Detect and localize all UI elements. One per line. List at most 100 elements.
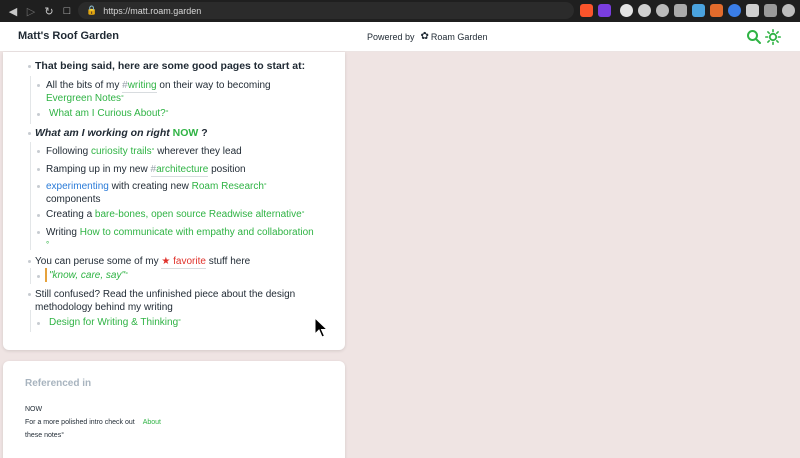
link-know-care-say[interactable]: "know, care, say"° bbox=[49, 269, 128, 282]
text: Creating a bbox=[46, 209, 93, 220]
tag-writing[interactable]: #writing bbox=[122, 80, 157, 93]
text: with creating new bbox=[111, 181, 189, 192]
link-label: Roam Research bbox=[191, 181, 264, 192]
block-creating: Creating a bare-bones, open source Readw… bbox=[46, 208, 305, 221]
link-now[interactable]: NOW bbox=[173, 127, 199, 139]
extension-2-icon[interactable] bbox=[638, 4, 651, 17]
block-bullet[interactable] bbox=[37, 275, 40, 278]
block-bullet[interactable] bbox=[28, 65, 31, 68]
forward-icon[interactable]: ▷ bbox=[22, 0, 40, 22]
text: stuff here bbox=[208, 256, 251, 267]
text: All the bits of my bbox=[46, 80, 120, 91]
mouse-cursor-icon bbox=[314, 317, 328, 338]
site-title[interactable]: Matt's Roof Garden bbox=[18, 30, 119, 42]
block-bullet[interactable] bbox=[37, 214, 40, 217]
leaf-icon: ✿ bbox=[420, 31, 429, 42]
degree-mark: ° bbox=[178, 319, 181, 326]
link-label: Design for Writing & Thinking bbox=[49, 317, 179, 328]
browser-toolbar: ◀ ▷ ↻ □ 🔒 https://matt.roam.garden bbox=[0, 0, 800, 22]
block-bullet[interactable] bbox=[37, 113, 40, 116]
bookmark-icon[interactable]: □ bbox=[58, 0, 76, 22]
brave-rewards-icon[interactable] bbox=[598, 4, 611, 17]
puzzle-icon[interactable] bbox=[746, 4, 759, 17]
block-confused-2: methodology behind my writing bbox=[35, 302, 173, 313]
back-icon[interactable]: ◀ bbox=[4, 0, 22, 22]
search-icon[interactable] bbox=[746, 29, 762, 45]
block-following: Following curiosity trails° wherever the… bbox=[46, 145, 242, 158]
indent-guide bbox=[30, 268, 31, 284]
degree-mark[interactable]: ° bbox=[46, 238, 49, 251]
extension-6-icon[interactable] bbox=[710, 4, 723, 17]
block-bullet[interactable] bbox=[28, 293, 31, 296]
degree-mark: ° bbox=[165, 110, 169, 117]
block-bullet[interactable] bbox=[37, 168, 40, 171]
degree-mark: ° bbox=[263, 183, 267, 190]
link-label: these notes bbox=[25, 432, 62, 439]
link-label: curiosity trails bbox=[91, 146, 152, 157]
block-bullet[interactable] bbox=[37, 231, 40, 234]
link-readwise-alternative[interactable]: bare-bones, open source Readwise alterna… bbox=[95, 209, 305, 220]
block-bullet[interactable] bbox=[28, 260, 31, 263]
block-bullet[interactable] bbox=[37, 150, 40, 153]
tag-favorite[interactable]: ★ favorite bbox=[161, 256, 206, 269]
link-communicate[interactable]: How to communicate with empathy and coll… bbox=[80, 227, 314, 238]
tag-architecture[interactable]: #architecture bbox=[150, 164, 209, 177]
text: ? bbox=[201, 127, 208, 139]
text: For a more polished intro check out bbox=[25, 419, 135, 426]
block-bullet[interactable] bbox=[37, 322, 40, 325]
menu-icon[interactable] bbox=[782, 4, 795, 17]
extension-7-icon[interactable] bbox=[728, 4, 741, 17]
text: Writing bbox=[46, 227, 77, 238]
degree-mark: ° bbox=[121, 95, 124, 102]
block-components: components bbox=[46, 194, 101, 205]
lock-icon: 🔒 bbox=[86, 5, 98, 15]
wallet-icon[interactable] bbox=[764, 4, 777, 17]
text: wherever they lead bbox=[157, 146, 242, 157]
degree-mark: ° bbox=[125, 272, 128, 279]
block-bullet[interactable] bbox=[28, 132, 31, 135]
link-evergreen-notes[interactable]: Evergreen Notes° bbox=[46, 92, 124, 105]
link-design-for-writing[interactable]: Design for Writing & Thinking° bbox=[49, 316, 181, 329]
text: What am I working on right bbox=[35, 127, 170, 139]
powered-by[interactable]: Powered by ✿ Roam Garden bbox=[367, 31, 487, 42]
sun-icon[interactable] bbox=[765, 29, 781, 45]
link-roam-research[interactable]: Roam Research° bbox=[192, 181, 267, 192]
block-bullet[interactable] bbox=[37, 185, 40, 188]
block-writing-communicate: Writing How to communicate with empathy … bbox=[46, 226, 314, 239]
degree-mark: ° bbox=[61, 432, 65, 439]
references-title: Referenced in bbox=[25, 378, 92, 389]
brand-name: Roam Garden bbox=[430, 31, 488, 42]
text: position bbox=[211, 164, 246, 175]
text: You can peruse some of my bbox=[35, 256, 159, 267]
link-curious[interactable]: What am I Curious About?° bbox=[49, 107, 169, 120]
block-ramping: Ramping up in my new #architecture posit… bbox=[46, 163, 246, 177]
text: on their way to becoming bbox=[159, 80, 271, 91]
link-label: "know, care, say" bbox=[49, 270, 126, 281]
extension-5-icon[interactable] bbox=[692, 4, 705, 17]
indent-guide bbox=[30, 310, 31, 332]
tag-label: writing bbox=[127, 80, 157, 91]
extension-3-icon[interactable] bbox=[656, 4, 669, 17]
indent-guide bbox=[30, 142, 31, 250]
block-bullet[interactable] bbox=[37, 84, 40, 87]
reference-page-title[interactable]: NOW bbox=[25, 406, 42, 413]
highlight-bar bbox=[45, 268, 47, 282]
reload-icon[interactable]: ↻ bbox=[40, 0, 58, 22]
tag-label: architecture bbox=[156, 164, 209, 175]
link-about-these-notes[interactable]: About bbox=[143, 419, 161, 426]
link-about-these-notes-cont[interactable]: these notes° bbox=[25, 432, 64, 439]
link-label: Evergreen Notes bbox=[46, 93, 122, 104]
references-card bbox=[3, 361, 345, 458]
brave-shield-icon[interactable] bbox=[580, 4, 593, 17]
link-experimenting[interactable]: experimenting bbox=[46, 181, 109, 192]
text: Ramping up in my new bbox=[46, 164, 148, 175]
block-intro: That being said, here are some good page… bbox=[35, 60, 306, 72]
extension-1-icon[interactable] bbox=[620, 4, 633, 17]
block-experimenting: experimenting with creating new Roam Res… bbox=[46, 180, 267, 193]
address-bar[interactable]: 🔒 https://matt.roam.garden bbox=[78, 2, 574, 19]
text: Following bbox=[46, 146, 89, 157]
powered-by-label: Powered by bbox=[367, 31, 415, 42]
link-curiosity-trails[interactable]: curiosity trails° bbox=[91, 146, 154, 157]
degree-mark: ° bbox=[301, 211, 305, 218]
extension-4-icon[interactable] bbox=[674, 4, 687, 17]
